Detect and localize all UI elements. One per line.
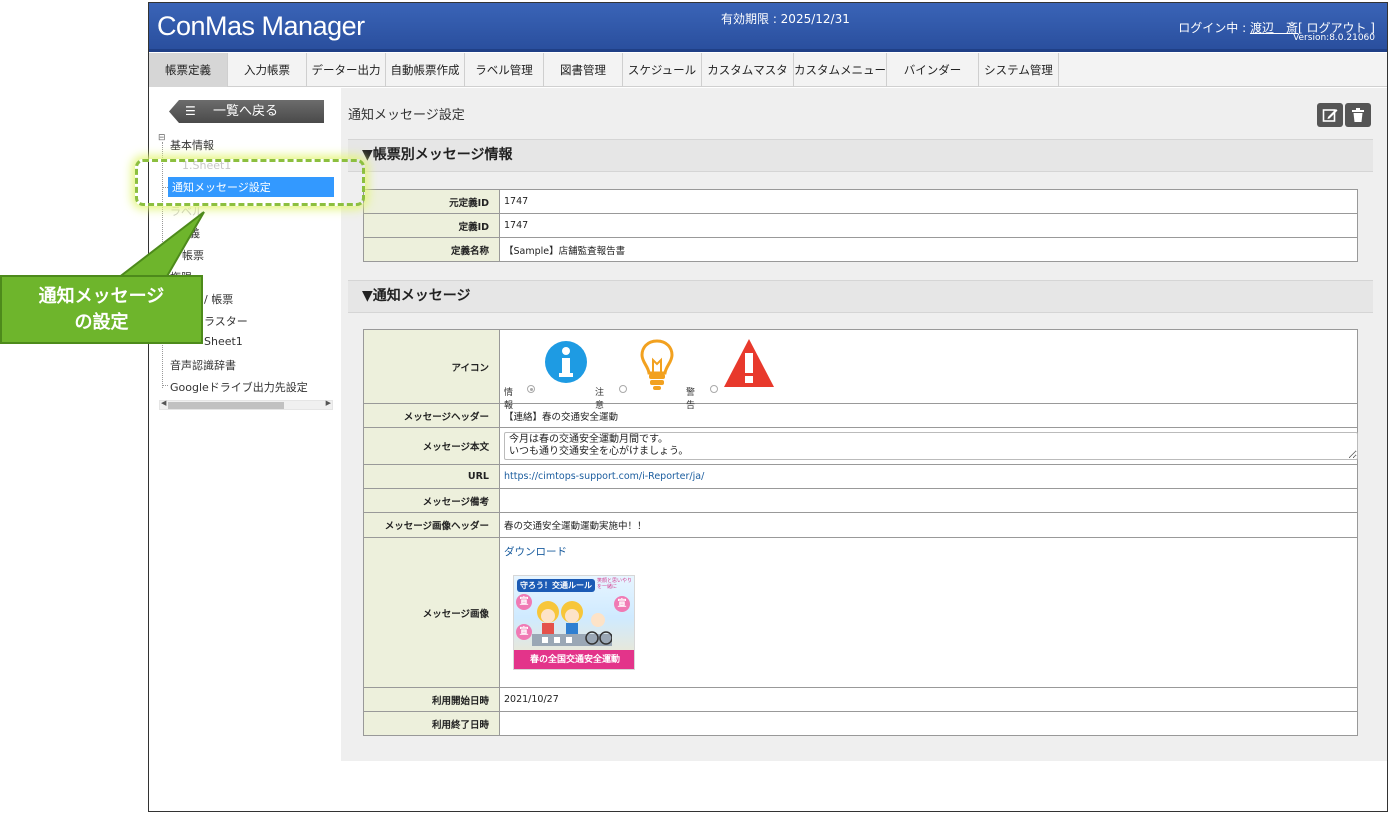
tree-item-gdrive[interactable]: Googleドライブ出力先設定	[170, 379, 308, 395]
message-note-label: メッセージ備考	[363, 488, 500, 513]
download-link[interactable]: ダウンロード	[504, 544, 567, 559]
menu-binder[interactable]: バインダー	[887, 53, 979, 87]
table-row: アイコン 情報 注意 警告	[363, 329, 1358, 411]
message-header-label: メッセージヘッダー	[363, 403, 500, 428]
menu-auto-form[interactable]: 自動帳票作成	[386, 53, 465, 87]
message-note-value	[499, 488, 1358, 513]
menu-data-export[interactable]: データー出力	[307, 53, 386, 87]
poster-badge: 宣	[516, 594, 532, 610]
icon-option-warning-label: 警告	[686, 388, 696, 411]
start-date-label: 利用開始日時	[363, 687, 500, 712]
image-header-value: 春の交通安全運動運動実施中！！	[499, 512, 1358, 538]
icon-option-info-label: 情報	[504, 388, 514, 411]
menu-system-admin[interactable]: システム管理	[979, 53, 1059, 87]
scroll-left-icon[interactable]: ◀	[161, 399, 166, 407]
icon-option-caution-label: 注意	[595, 388, 605, 411]
app-header: ConMas Manager 有効期限 : 2025/12/31 ログイン中 :…	[149, 3, 1387, 52]
message-image-cell: ダウンロード 守ろう！交通ルール 笑顔と思いやりを一緒に 宣 宣 宣 春の全国交…	[499, 537, 1358, 688]
user-name-link[interactable]: 渡辺 斎	[1250, 21, 1298, 35]
poster-image: 守ろう！交通ルール 笑顔と思いやりを一緒に 宣 宣 宣 春の全国交通安全運動	[513, 575, 635, 670]
page-title: 通知メッセージ設定	[348, 108, 465, 123]
end-date-value	[499, 711, 1358, 736]
main-menu: 帳票定義 入力帳票 データー出力 自動帳票作成 ラベル管理 図書管理 スケジュー…	[149, 53, 1387, 111]
table-row: 定義名称 【Sample】店舗監査報告書	[363, 237, 1358, 262]
trash-icon	[1352, 108, 1364, 122]
poster-subtitle: 笑顔と思いやりを一緒に	[597, 578, 633, 590]
def-id-label: 定義ID	[363, 213, 500, 238]
table-row: 利用終了日時	[363, 711, 1358, 736]
message-body-label: メッセージ本文	[363, 427, 500, 465]
table-row: メッセージ画像ヘッダー 春の交通安全運動運動実施中！！	[363, 512, 1358, 538]
app-window: ConMas Manager 有効期限 : 2025/12/31 ログイン中 :…	[148, 2, 1388, 812]
icon-option-info-radio[interactable]	[527, 385, 535, 393]
message-body-textarea[interactable]: 今月は春の交通安全運動月間です。 いつも通り交通安全を心がけましょう。	[504, 432, 1358, 460]
url-link[interactable]: https://cimtops-support.com/i-Reporter/j…	[504, 471, 704, 482]
main-content: 通知メッセージ設定 ▼帳票別メッセージ情報 元定義ID 1747 定義ID 17…	[341, 88, 1387, 761]
message-image-label: メッセージ画像	[363, 537, 500, 688]
image-header-label: メッセージ画像ヘッダー	[363, 512, 500, 538]
message-header-value: 【連絡】春の交通安全運動	[499, 403, 1358, 428]
scroll-right-icon[interactable]: ▶	[326, 399, 331, 407]
callout-pointer	[115, 211, 205, 279]
poster-illustration	[532, 601, 612, 646]
end-date-label: 利用終了日時	[363, 711, 500, 736]
tree-connector	[162, 385, 168, 386]
edit-icon	[1322, 109, 1338, 122]
menu-custom-menu[interactable]: カスタムメニュー	[794, 53, 887, 87]
url-label: URL	[363, 464, 500, 489]
tree-item-sheet1-sub[interactable]: Sheet1	[204, 335, 243, 348]
table-row: URL https://cimtops-support.com/i-Report…	[363, 464, 1358, 489]
start-date-value: 2021/10/27	[499, 687, 1358, 712]
login-prefix: ログイン中 :	[1178, 21, 1250, 35]
def-name-value: 【Sample】店舗監査報告書	[499, 237, 1358, 262]
version-label: Version:8.0.21060	[1293, 33, 1375, 43]
callout-line2: の設定	[74, 312, 129, 333]
section-form-message-info: ▼帳票別メッセージ情報	[348, 139, 1373, 172]
poster-badge: 宣	[516, 624, 532, 640]
orig-def-id-label: 元定義ID	[363, 189, 500, 214]
def-name-label: 定義名称	[363, 237, 500, 262]
scrollbar-thumb[interactable]	[168, 402, 284, 409]
license-expiry: 有効期限 : 2025/12/31	[721, 12, 850, 26]
warning-icon	[724, 339, 774, 387]
tree-item-master[interactable]: ラスター	[204, 313, 248, 329]
icon-label: アイコン	[363, 329, 500, 404]
sidebar-horizontal-scrollbar[interactable]: ◀ ▶	[159, 399, 333, 410]
section-notify-message: ▼通知メッセージ	[348, 280, 1373, 313]
table-row: 定義ID 1747	[363, 213, 1358, 238]
icon-selector: 情報 注意 警告	[499, 329, 1358, 411]
poster-badge: 宣	[614, 596, 630, 612]
table-row: メッセージ本文 今月は春の交通安全運動月間です。 いつも通り交通安全を心がけまし…	[363, 427, 1358, 465]
table-row: 利用開始日時 2021/10/27	[363, 687, 1358, 712]
menu-label-manage[interactable]: ラベル管理	[465, 53, 544, 87]
table-row: メッセージ画像 ダウンロード 守ろう！交通ルール 笑顔と思いやりを一緒に 宣 宣…	[363, 537, 1358, 688]
icon-option-caution-radio[interactable]	[619, 385, 627, 393]
table-row: 元定義ID 1747	[363, 189, 1358, 214]
menu-schedule[interactable]: スケジュール	[623, 53, 702, 87]
info-icon	[545, 341, 587, 383]
poster-banner: 春の全国交通安全運動	[514, 650, 634, 669]
def-id-value: 1747	[499, 213, 1358, 238]
annotation-callout: 通知メッセージ の設定	[0, 275, 203, 344]
lightbulb-icon	[640, 339, 674, 390]
menu-library-manage[interactable]: 図書管理	[544, 53, 623, 87]
menu-custom-master[interactable]: カスタムマスター	[702, 53, 794, 111]
icon-option-warning-radio[interactable]	[710, 385, 718, 393]
table-row: メッセージ備考	[363, 488, 1358, 513]
poster-title: 守ろう！交通ルール	[517, 579, 595, 592]
tree-item-voice-dict[interactable]: 音声認識辞書	[170, 357, 236, 373]
message-body-cell: 今月は春の交通安全運動月間です。 いつも通り交通安全を心がけましょう。	[499, 427, 1358, 465]
edit-button[interactable]	[1317, 103, 1343, 127]
callout-line1: 通知メッセージ	[38, 286, 165, 307]
orig-def-id-value: 1747	[499, 189, 1358, 214]
delete-button[interactable]	[1345, 103, 1371, 127]
form-info-table: 元定義ID 1747 定義ID 1747 定義名称 【Sample】店舗監査報告…	[363, 189, 1358, 262]
notify-message-table: アイコン 情報 注意 警告 メッセージヘッダー 【連絡】春の交通安全運動 メッセ…	[363, 329, 1358, 736]
